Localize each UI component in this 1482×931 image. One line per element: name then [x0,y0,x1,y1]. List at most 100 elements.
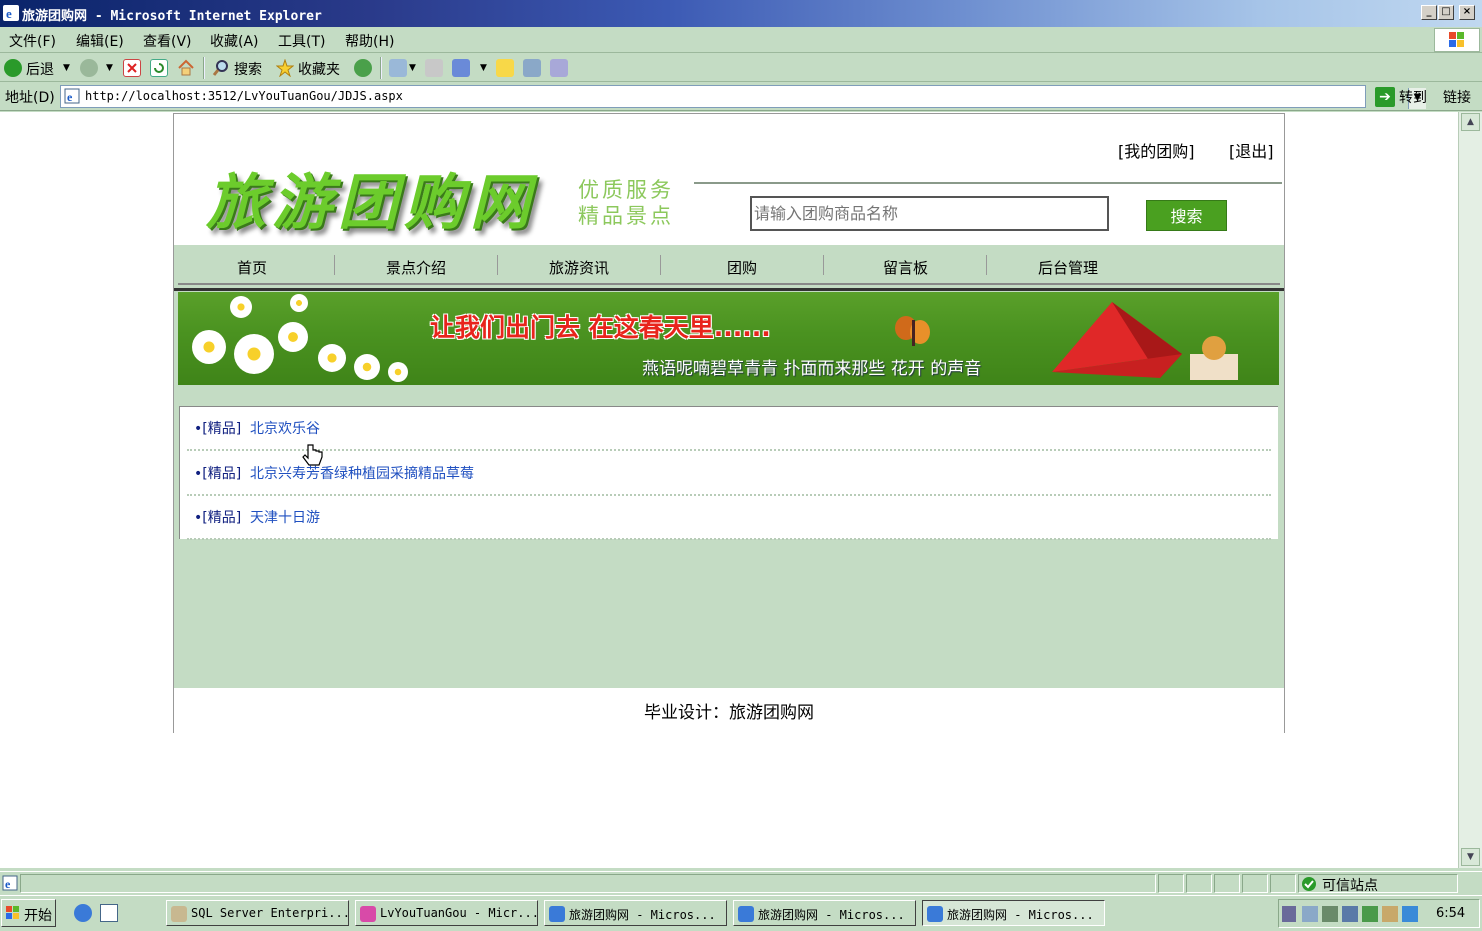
menu-tools[interactable]: 工具(T) [278,31,325,51]
stop-icon[interactable] [123,59,141,77]
search-submit-button[interactable]: 搜索 [1146,200,1227,231]
nav-separator [986,255,987,275]
svg-text:e: e [5,877,11,891]
search-icon[interactable] [212,59,230,77]
favorites-button[interactable]: 收藏夹 [298,59,340,79]
discuss-icon[interactable] [496,59,514,77]
list-item: •[精品] 天津十日游 [187,496,1271,540]
task-visual-studio[interactable]: LvYouTuanGou - Micr... [355,900,538,926]
nav-message-board[interactable]: 留言板 [883,257,928,278]
back-arrow-icon[interactable] [4,59,22,77]
refresh-icon[interactable] [150,59,168,77]
nav-admin[interactable]: 后台管理 [1038,257,1098,278]
tray-monitor-icon[interactable] [1322,906,1338,922]
item-link[interactable]: 北京兴寿芳香绿种植园采摘精品草莓 [250,463,474,483]
page-status-icon: e [2,875,18,891]
tray-icon-5[interactable] [1362,906,1378,922]
status-cell [1214,874,1240,893]
daisy-flower [388,362,408,382]
header-divider [694,182,1282,184]
menu-help[interactable]: 帮助(H) [345,31,394,51]
status-text-cell [20,874,1156,893]
site-logo: 旅游团购网 [206,168,536,238]
ie-task-icon [549,906,565,922]
scroll-down-icon[interactable]: ▼ [1461,848,1480,866]
back-button[interactable]: 后退 [26,59,54,79]
messenger-icon[interactable] [523,59,541,77]
minimize-button[interactable]: _ [1421,5,1437,20]
daisy-flower [354,354,380,380]
standard-toolbar: 后退 ▼ ▼ 搜索 收藏夹 ▼ ▼ [0,54,1482,82]
web-page: 旅游团购网 优质服务 精品景点 [我的团购] [退出] 搜索 首页 景点介绍 旅… [173,113,1285,733]
daisy-flower [230,296,252,318]
start-button[interactable]: 开始 [1,899,56,927]
window-title-bar[interactable]: e 旅游团购网 - Microsoft Internet Explorer _ … [0,0,1482,27]
maximize-button[interactable]: □ [1438,5,1454,20]
tray-icon-7[interactable] [1402,906,1418,922]
nav-home[interactable]: 首页 [237,257,267,278]
site-header: 旅游团购网 优质服务 精品景点 [我的团购] [退出] 搜索 [174,114,1284,245]
task-label: 旅游团购网 - Micros... [569,908,716,922]
tray-icon-6[interactable] [1382,906,1398,922]
nav-separator [660,255,661,275]
menu-view[interactable]: 查看(V) [143,31,192,51]
address-input[interactable]: e http://localhost:3512/LvYouTuanGou/JDJ… [60,85,1426,109]
tray-icon-4[interactable] [1342,906,1358,922]
toolbar-separator [380,57,382,79]
task-ie-window-3-active[interactable]: 旅游团购网 - Micros... [922,900,1105,926]
status-cell [1158,874,1184,893]
mail-dropdown-icon[interactable]: ▼ [409,63,416,73]
task-label: 旅游团购网 - Micros... [947,908,1094,922]
nav-group-buy[interactable]: 团购 [727,257,757,278]
history-icon[interactable] [354,59,372,77]
mail-icon[interactable] [389,59,407,77]
print-icon[interactable] [425,59,443,77]
quicklaunch-desktop-icon[interactable] [100,904,118,922]
quicklaunch-ie-icon[interactable] [74,904,92,922]
forward-dropdown-icon[interactable]: ▼ [106,63,113,73]
home-icon[interactable] [177,59,195,77]
tent-icon [1042,298,1252,384]
logout-link[interactable]: [退出] [1229,138,1274,162]
ie-logo-icon: e [3,5,19,21]
menu-edit[interactable]: 编辑(E) [76,31,124,51]
links-button[interactable]: 链接 [1443,87,1471,107]
footer-text: 毕业设计：旅游团购网 [644,703,814,723]
scroll-up-icon[interactable]: ▲ [1461,113,1480,131]
ie-task-icon [927,906,943,922]
research-icon[interactable] [550,59,568,77]
edit-dropdown-icon[interactable]: ▼ [480,63,487,73]
taskbar: 开始 SQL Server Enterpri... LvYouTuanGou -… [0,895,1482,931]
nav-separator [334,255,335,275]
my-group-link[interactable]: [我的团购] [1118,138,1195,162]
premium-tag: •[精品] [194,421,242,437]
tray-icon-1[interactable] [1282,906,1296,922]
tray-network-icon[interactable] [1302,906,1318,922]
task-ie-window-1[interactable]: 旅游团购网 - Micros... [544,900,727,926]
svg-text:e: e [6,6,12,21]
go-arrow-icon[interactable]: ➔ [1375,87,1395,107]
product-search-input[interactable] [750,196,1109,231]
nav-attractions[interactable]: 景点介绍 [386,257,446,278]
vertical-scrollbar[interactable]: ▲ ▼ [1458,112,1482,868]
task-label: 旅游团购网 - Micros... [758,908,905,922]
main-nav: 首页 景点介绍 旅游资讯 团购 留言板 后台管理 [178,247,1280,285]
favorites-star-icon[interactable] [275,58,295,78]
menu-favorites[interactable]: 收藏(A) [210,31,259,51]
go-button[interactable]: 转到 [1399,87,1427,107]
back-dropdown-icon[interactable]: ▼ [63,63,70,73]
status-cell [1242,874,1268,893]
task-ie-window-2[interactable]: 旅游团购网 - Micros... [733,900,916,926]
nav-travel-news[interactable]: 旅游资讯 [549,257,609,278]
item-link[interactable]: 北京欢乐谷 [250,418,320,438]
item-link[interactable]: 天津十日游 [250,507,320,527]
search-button[interactable]: 搜索 [234,59,262,79]
edit-icon[interactable] [452,59,470,77]
menu-file[interactable]: 文件(F) [9,31,56,51]
task-sql-server[interactable]: SQL Server Enterpri... [166,900,349,926]
list-item: •[精品] 北京兴寿芳香绿种植园采摘精品草莓 [187,452,1271,496]
butterfly-icon [894,314,934,350]
windows-start-icon [5,905,21,921]
forward-arrow-icon[interactable] [80,59,98,77]
close-button[interactable]: × [1459,5,1475,20]
